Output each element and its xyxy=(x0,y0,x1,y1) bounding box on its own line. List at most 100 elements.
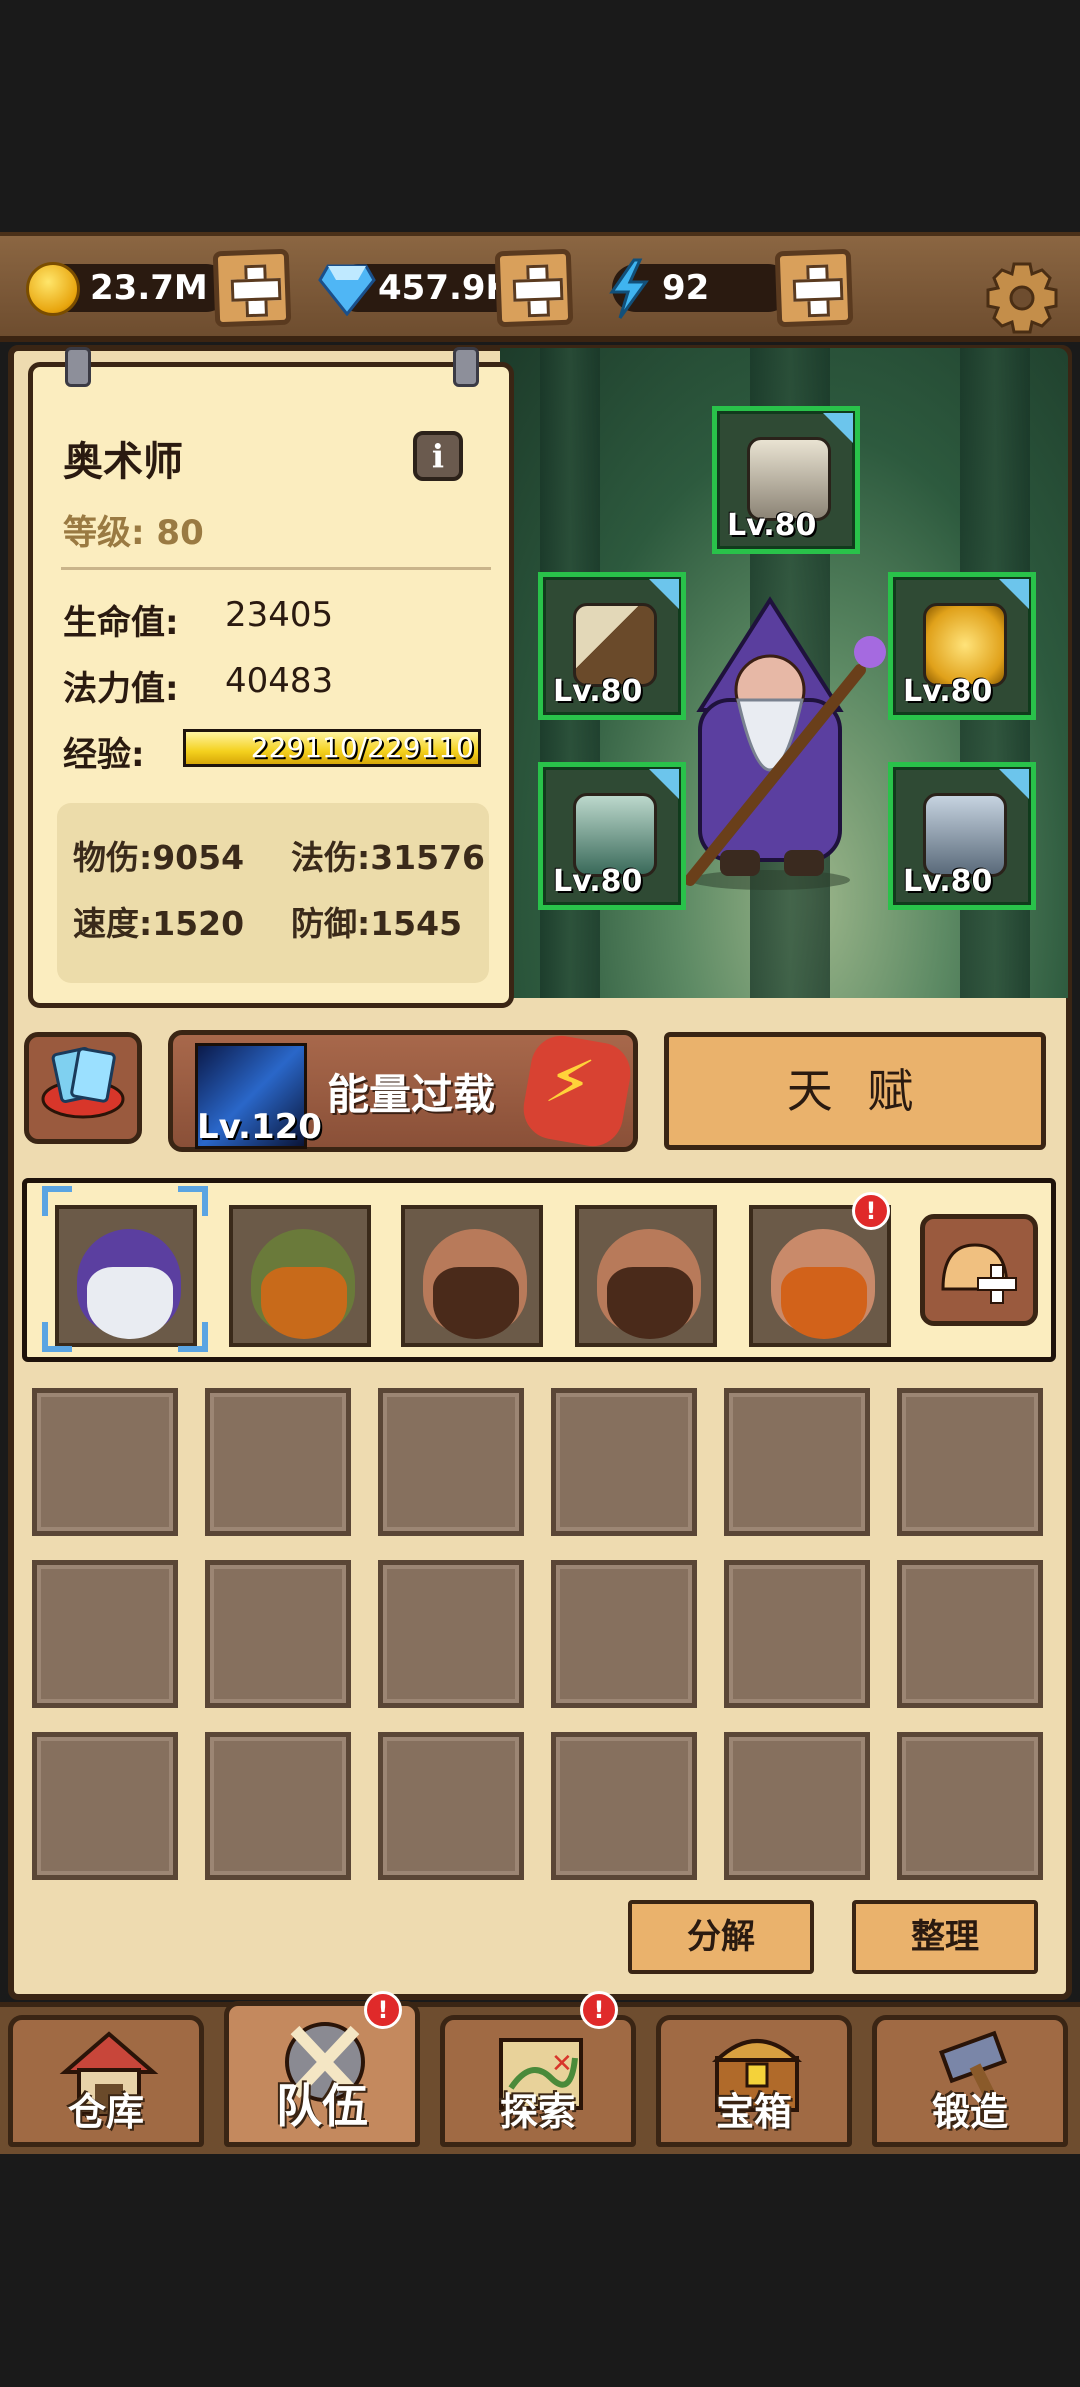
selection-corner xyxy=(178,1186,208,1216)
inventory-slot[interactable] xyxy=(897,1732,1043,1880)
hero-slot-3[interactable] xyxy=(401,1205,543,1347)
add-gold-button[interactable] xyxy=(212,248,292,328)
hero-info-card: 奥术师 i 等级: 80 生命值: 23405 法力值: 40483 经验: 2… xyxy=(28,347,514,1008)
rarity-corner xyxy=(999,769,1029,799)
rarity-corner xyxy=(999,579,1029,609)
inventory-slot[interactable] xyxy=(551,1560,697,1708)
selection-corner xyxy=(178,1322,208,1352)
gloves-slot[interactable]: Lv.80 xyxy=(538,762,686,910)
nav-tab-explore[interactable]: ✕ 探索 xyxy=(440,2015,636,2147)
decompose-button[interactable]: 分解 xyxy=(628,1900,814,1974)
lightning-energy-icon xyxy=(609,258,649,319)
selection-corner xyxy=(42,1186,72,1216)
cards-icon xyxy=(41,1047,125,1119)
info-icon[interactable]: i xyxy=(413,431,463,481)
inventory-slot[interactable] xyxy=(897,1560,1043,1708)
skill-level: Lv.120 xyxy=(197,1107,322,1147)
nav-label-forge: 锻造 xyxy=(931,2090,1008,2134)
hp-value: 23405 xyxy=(225,595,334,635)
nav-label-warehouse: 仓库 xyxy=(67,2090,144,2134)
defense-stat: 防御:1545 xyxy=(291,904,463,943)
hp-label: 生命值: xyxy=(63,603,179,643)
talent-button[interactable]: 天 赋 xyxy=(664,1032,1046,1150)
armor-slot[interactable]: Lv.80 xyxy=(888,572,1036,720)
gloves-level: Lv.80 xyxy=(553,864,643,899)
mp-label: 法力值: xyxy=(63,669,179,709)
combat-stats-box: 物伤:9054 法伤:31576 速度:1520 防御:1545 xyxy=(57,803,489,983)
helmet-plus-icon xyxy=(941,1243,1017,1304)
pin-right xyxy=(453,347,479,387)
skill-name: 能量过载 xyxy=(327,1070,496,1119)
exp-bar: 229110/229110 xyxy=(183,729,481,767)
hero-slot-4[interactable] xyxy=(575,1205,717,1347)
selection-corner xyxy=(42,1322,72,1352)
add-energy-button[interactable] xyxy=(774,248,854,328)
nav-tab-warehouse[interactable]: 仓库 xyxy=(8,2015,204,2147)
boots-slot[interactable]: Lv.80 xyxy=(888,762,1036,910)
card-deck-button[interactable] xyxy=(24,1032,142,1144)
inventory-slot[interactable] xyxy=(724,1388,870,1536)
gold-coin-icon xyxy=(26,262,80,316)
hero-name: 奥术师 xyxy=(63,439,183,485)
sort-button[interactable]: 整理 xyxy=(852,1900,1038,1974)
magic-attack-stat: 法伤:31576 xyxy=(291,838,486,877)
pin-left xyxy=(65,347,91,387)
hero-slot-2[interactable] xyxy=(229,1205,371,1347)
add-hero-button[interactable] xyxy=(920,1214,1038,1326)
energy-amount: 92 xyxy=(662,268,710,308)
bottom-nav: 仓库 队伍 ✕ 探索 宝箱 锻造 ! ! xyxy=(0,1991,1080,2154)
inventory-slot[interactable] xyxy=(32,1560,178,1708)
wizard-hero-figure xyxy=(684,596,886,890)
nav-label-explore: 探索 xyxy=(499,2090,576,2134)
exp-text: 229110/229110 xyxy=(250,731,474,764)
weapon-level: Lv.80 xyxy=(553,674,643,709)
inventory-slot[interactable] xyxy=(32,1388,178,1536)
inventory-slot[interactable] xyxy=(897,1388,1043,1536)
skill-switch-icon xyxy=(518,1031,636,1151)
diamond-amount: 457.9K xyxy=(378,268,512,308)
settings-gear-icon[interactable] xyxy=(984,260,1060,336)
inventory-slot[interactable] xyxy=(378,1388,524,1536)
weapon-slot[interactable]: Lv.80 xyxy=(538,572,686,720)
physical-attack-stat: 物伤:9054 xyxy=(73,838,245,877)
decompose-label: 分解 xyxy=(687,1917,755,1957)
inventory-slot[interactable] xyxy=(551,1388,697,1536)
gold-amount: 23.7M xyxy=(90,268,208,308)
rarity-corner xyxy=(649,769,679,799)
nav-label-team: 队伍 xyxy=(276,2079,368,2133)
inventory-slot[interactable] xyxy=(551,1732,697,1880)
speed-stat: 速度:1520 xyxy=(73,904,245,943)
nav-label-chest: 宝箱 xyxy=(715,2090,792,2134)
armor-level: Lv.80 xyxy=(903,674,993,709)
skill-button[interactable]: Lv.120 能量过载 xyxy=(168,1030,638,1152)
nav-tab-chest[interactable]: 宝箱 xyxy=(656,2015,852,2147)
nav-tab-forge[interactable]: 锻造 xyxy=(872,2015,1068,2147)
helmet-slot[interactable]: Lv.80 xyxy=(712,406,860,554)
inventory-slot[interactable] xyxy=(205,1732,351,1880)
talent-label: 天 赋 xyxy=(786,1064,924,1118)
svg-text:✕: ✕ xyxy=(551,2049,573,2079)
resource-bar: 23.7M 457.9K 92 xyxy=(0,232,1080,342)
team-alert-badge: ! xyxy=(364,1991,402,2029)
helmet-level: Lv.80 xyxy=(727,508,817,543)
rarity-corner xyxy=(823,413,853,443)
explore-alert-badge: ! xyxy=(580,1991,618,2029)
divider xyxy=(61,567,491,570)
inventory-slot[interactable] xyxy=(724,1560,870,1708)
diamond-icon xyxy=(318,264,376,316)
inventory-slot[interactable] xyxy=(205,1560,351,1708)
hero-slot-1[interactable] xyxy=(55,1205,197,1347)
inventory-slot[interactable] xyxy=(32,1732,178,1880)
inventory-slot[interactable] xyxy=(378,1732,524,1880)
add-diamond-button[interactable] xyxy=(494,248,574,328)
exp-label: 经验: xyxy=(63,735,145,775)
inventory-slot[interactable] xyxy=(378,1560,524,1708)
boots-level: Lv.80 xyxy=(903,864,993,899)
rarity-corner xyxy=(649,579,679,609)
inventory-slot[interactable] xyxy=(724,1732,870,1880)
hero-level: 等级: 80 xyxy=(63,513,204,553)
hero-5-alert-badge: ! xyxy=(852,1192,890,1230)
sort-label: 整理 xyxy=(911,1917,979,1957)
mp-value: 40483 xyxy=(225,661,334,701)
inventory-slot[interactable] xyxy=(205,1388,351,1536)
